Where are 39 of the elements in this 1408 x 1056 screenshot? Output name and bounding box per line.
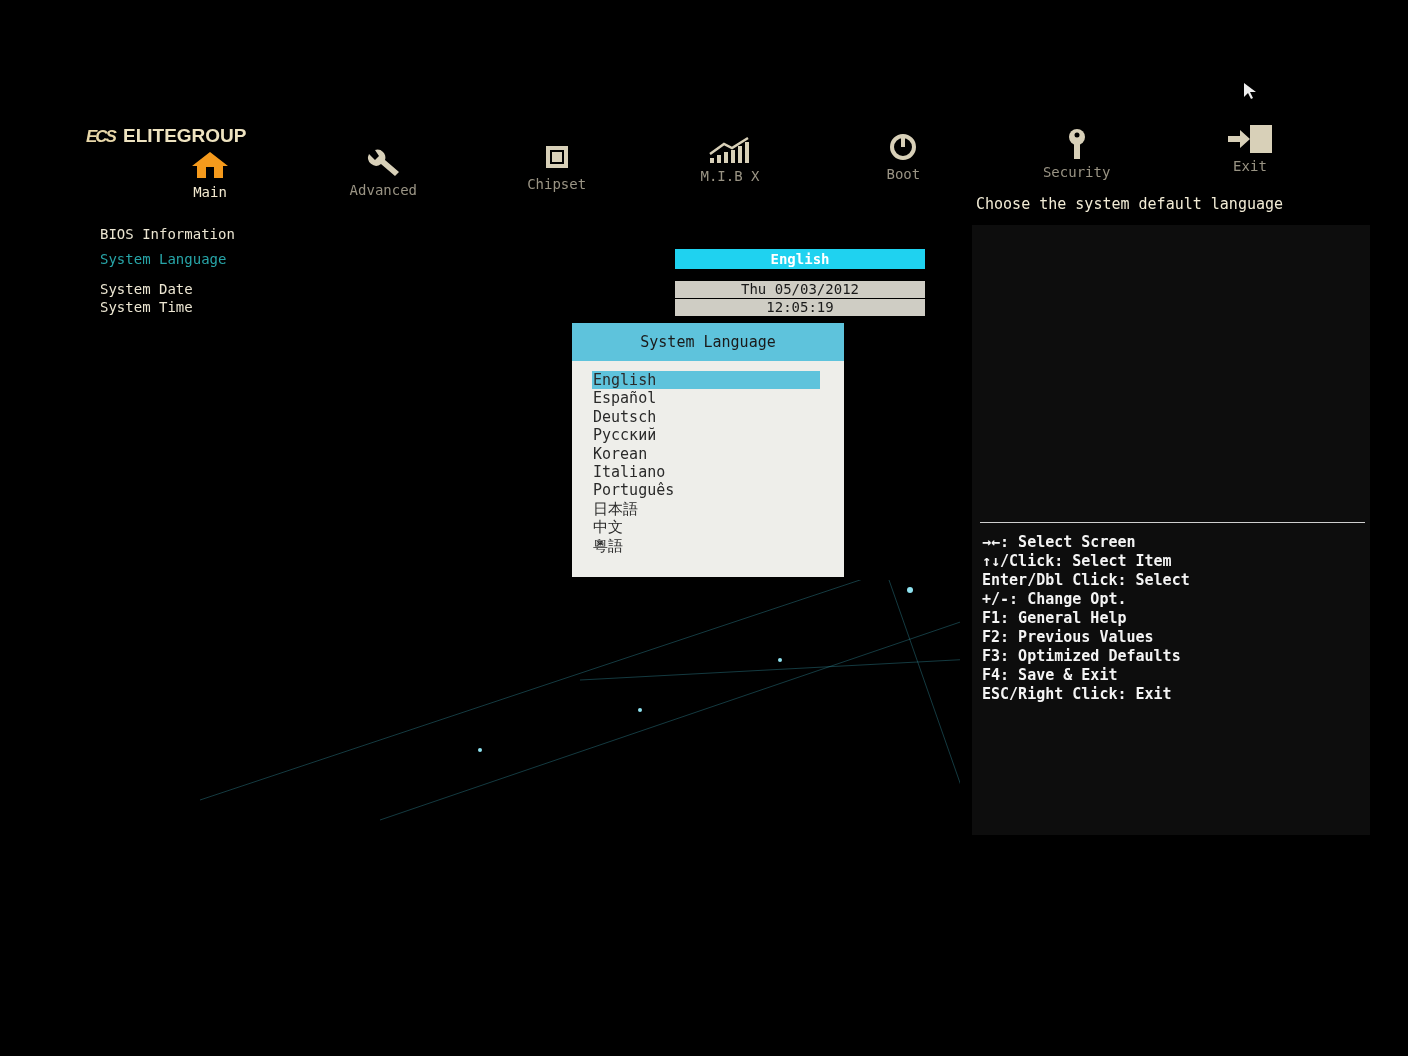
key-hint: F2: Previous Values: [982, 628, 1155, 647]
key-hint: →←: Select Screen: [982, 533, 1137, 552]
language-option[interactable]: English: [592, 371, 820, 390]
language-option[interactable]: Deutsch: [592, 407, 820, 427]
key-hint: F1: General Help: [982, 609, 1128, 628]
menu-tab[interactable]: Main: [193, 182, 227, 203]
menu-tab[interactable]: Exit: [1233, 156, 1267, 177]
exit-door-icon: [1225, 124, 1274, 154]
key-hint: ↑↓/Click: Select Item: [982, 552, 1173, 571]
chart-icon: [708, 136, 752, 164]
popup-title: System Language: [572, 323, 844, 361]
key-hint: +/-: Change Opt.: [982, 590, 1128, 609]
menu-tab[interactable]: Chipset: [527, 174, 587, 195]
key-hint: ESC/Right Click: Exit: [982, 685, 1173, 704]
language-option[interactable]: Português: [592, 481, 820, 500]
language-option[interactable]: 粵語: [592, 536, 820, 555]
language-option[interactable]: Español: [592, 389, 820, 408]
language-option[interactable]: 日本語: [592, 499, 820, 519]
setting-label[interactable]: BIOS Information: [100, 223, 235, 245]
key-hint: F4: Save & Exit: [982, 666, 1119, 685]
logo-mark: ECS: [86, 125, 115, 148]
language-option[interactable]: 中文: [592, 518, 820, 537]
language-option[interactable]: Italiano: [592, 462, 820, 482]
value-field[interactable]: 12:05:19: [675, 298, 925, 316]
mouse-pointer-icon: [1243, 82, 1257, 100]
key-hint: F3: Optimized Defaults: [982, 647, 1182, 666]
setting-label[interactable]: System Language: [100, 248, 227, 270]
help-text: Choose the system default language: [976, 194, 1284, 215]
language-option[interactable]: Русский: [592, 426, 820, 445]
value-field[interactable]: Thu 05/03/2012: [675, 280, 925, 298]
brand-name: ELITEGROUP: [122, 124, 247, 148]
menu-tab[interactable]: Advanced: [349, 180, 418, 201]
menu-tab[interactable]: M.I.B X: [700, 166, 760, 187]
menu-tab[interactable]: Boot: [886, 164, 921, 185]
house-icon: [190, 150, 230, 180]
key-hint: Enter/Dbl Click: Select: [982, 571, 1190, 590]
menu-tab[interactable]: Security: [1042, 162, 1111, 183]
wrench-icon: [365, 148, 402, 178]
language-option[interactable]: Korean: [592, 444, 820, 463]
